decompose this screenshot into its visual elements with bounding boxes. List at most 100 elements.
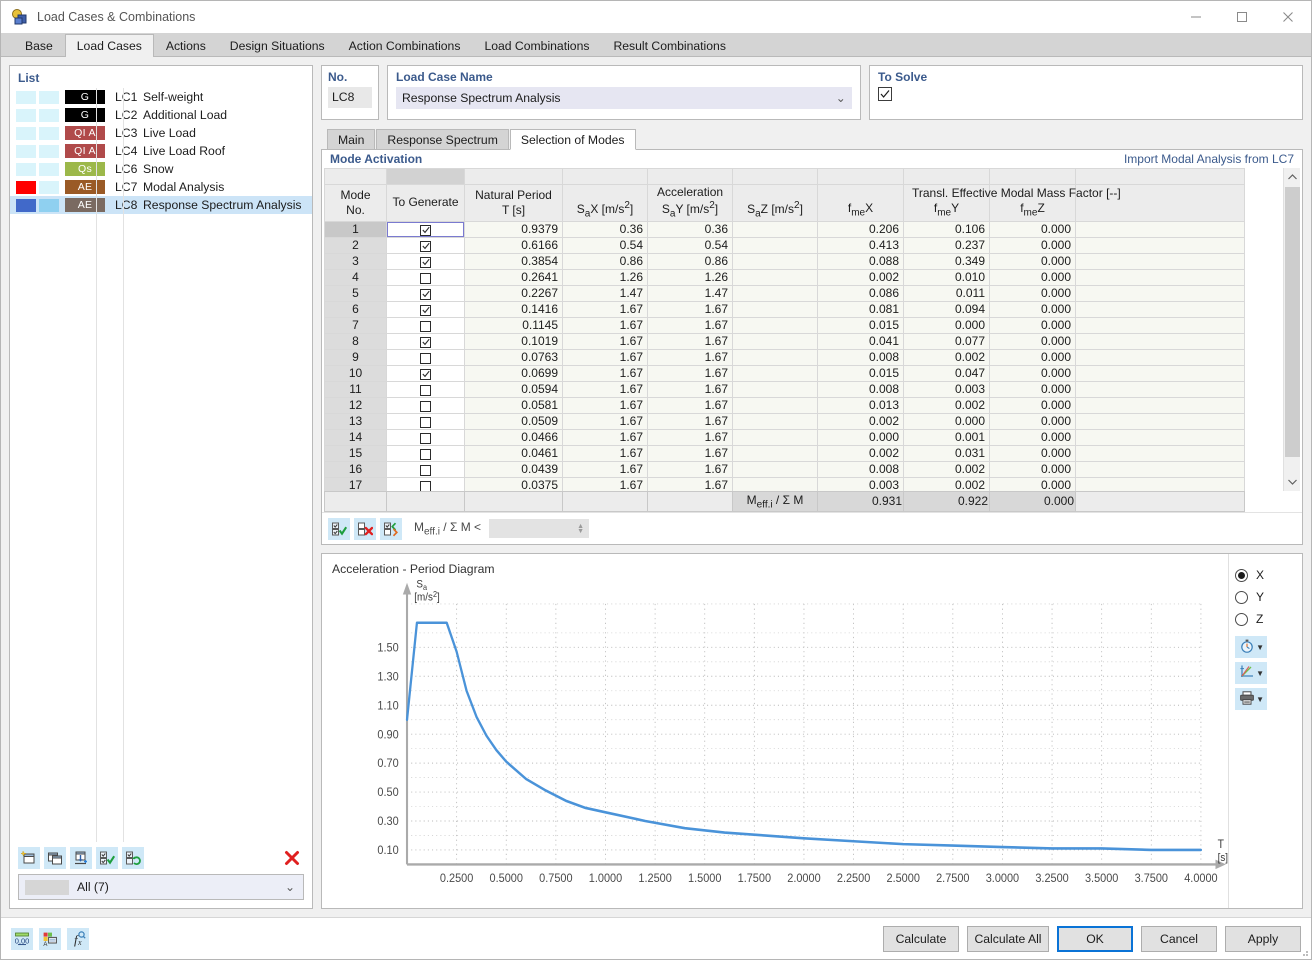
- to-generate-checkbox[interactable]: [386, 300, 465, 318]
- tab-load-combinations[interactable]: Load Combinations: [472, 34, 602, 56]
- chevron-down-icon[interactable]: ▼: [1256, 695, 1264, 704]
- column-header[interactable]: Natural Period T [s]: [464, 184, 563, 222]
- column-header[interactable]: To Generate: [386, 184, 465, 222]
- diagram-settings-button[interactable]: ▼: [1235, 662, 1267, 684]
- list-item[interactable]: G LC2 Additional Load: [10, 106, 312, 124]
- tab-actions[interactable]: Actions: [153, 34, 218, 56]
- table-row[interactable]: 5 0.2267 1.47 1.47 0.086 0.011 0.000: [324, 284, 1245, 302]
- list-item[interactable]: AE LC8 Response Spectrum Analysis: [10, 196, 312, 214]
- list-item[interactable]: G LC1 Self-weight: [10, 88, 312, 106]
- to-generate-checkbox[interactable]: [386, 428, 465, 446]
- load-case-color-swatch[interactable]: [16, 144, 36, 158]
- calculate-all-button[interactable]: Calculate All: [967, 925, 1049, 952]
- chevron-down-icon[interactable]: ⌄: [285, 880, 295, 894]
- table-row[interactable]: 17 0.0375 1.67 1.67 0.003 0.002 0.000: [324, 476, 1245, 491]
- deactivate-all-modes-button[interactable]: [354, 517, 376, 540]
- calculate-button[interactable]: Calculate: [883, 925, 959, 952]
- load-case-color-swatch-2[interactable]: [39, 126, 59, 140]
- load-case-color-swatch[interactable]: [16, 198, 36, 212]
- to-generate-checkbox[interactable]: [386, 220, 465, 238]
- radio-icon[interactable]: [1235, 568, 1248, 582]
- table-row[interactable]: 6 0.1416 1.67 1.67 0.081 0.094 0.000: [324, 300, 1245, 318]
- to-generate-checkbox[interactable]: [386, 284, 465, 302]
- activate-modes-threshold-button[interactable]: [380, 517, 402, 540]
- load-case-list[interactable]: G LC1 Self-weight G LC2 Additional Load QI A LC…: [10, 88, 312, 842]
- table-row[interactable]: 7 0.1145 1.67 1.67 0.015 0.000 0.000: [324, 316, 1245, 334]
- table-row[interactable]: 3 0.3854 0.86 0.86 0.088 0.349 0.000: [324, 252, 1245, 270]
- radio-icon[interactable]: [1235, 612, 1248, 626]
- to-generate-checkbox[interactable]: [386, 364, 465, 382]
- select-all-button[interactable]: [96, 847, 118, 869]
- radio-icon[interactable]: [1235, 590, 1248, 604]
- load-case-color-swatch-2[interactable]: [39, 198, 59, 212]
- column-header[interactable]: SaZ [m/s2]: [732, 184, 818, 222]
- tab-action-combinations[interactable]: Action Combinations: [336, 34, 473, 56]
- load-case-color-swatch-2[interactable]: [39, 90, 59, 104]
- tab-main[interactable]: Main: [327, 129, 376, 149]
- spinner-down-icon[interactable]: ▼: [577, 528, 584, 535]
- formula-button[interactable]: f x: [67, 927, 89, 950]
- table-row[interactable]: 12 0.0581 1.67 1.67 0.013 0.002 0.000: [324, 396, 1245, 414]
- chevron-down-icon[interactable]: ▼: [1256, 669, 1264, 678]
- to-generate-checkbox[interactable]: [386, 348, 465, 366]
- tab-selection-of-modes[interactable]: Selection of Modes: [509, 129, 636, 150]
- scroll-up-icon[interactable]: [1284, 168, 1301, 185]
- column-header[interactable]: Transl. Effective Modal Mass Factor [--]…: [817, 184, 1121, 222]
- direction-radio-y[interactable]: Y: [1235, 586, 1302, 608]
- cancel-button[interactable]: Cancel: [1141, 925, 1217, 952]
- to-solve-checkbox[interactable]: [878, 87, 892, 101]
- to-generate-checkbox[interactable]: [386, 444, 465, 462]
- import-modal-analysis-link[interactable]: Import Modal Analysis from LC7: [1124, 152, 1294, 166]
- direction-radio-group[interactable]: XYZ: [1235, 564, 1302, 630]
- chevron-down-icon[interactable]: ⌄: [836, 91, 846, 105]
- units-button[interactable]: 0,00: [11, 927, 33, 950]
- load-case-color-swatch-2[interactable]: [39, 144, 59, 158]
- load-case-color-swatch[interactable]: [16, 108, 36, 122]
- print-button[interactable]: ▼: [1235, 688, 1267, 710]
- column-header[interactable]: AccelerationSaX [m/s2]: [562, 184, 723, 222]
- load-case-color-swatch-2[interactable]: [39, 162, 59, 176]
- column-header[interactable]: Mode No.: [324, 184, 387, 222]
- tab-load-cases[interactable]: Load Cases: [64, 34, 154, 57]
- spectrum-settings-button[interactable]: ▼: [1235, 636, 1267, 658]
- close-button[interactable]: [1265, 1, 1311, 33]
- table-row[interactable]: 4 0.2641 1.26 1.26 0.002 0.010 0.000: [324, 268, 1245, 286]
- to-generate-checkbox[interactable]: [386, 332, 465, 350]
- list-item[interactable]: QI A LC3 Live Load: [10, 124, 312, 142]
- to-generate-checkbox[interactable]: [386, 476, 465, 491]
- to-generate-checkbox[interactable]: [386, 460, 465, 478]
- mode-table-body[interactable]: 1 0.9379 0.36 0.36 0.206 0.106 0.000 2 0.6166 0.5…: [324, 220, 1245, 491]
- list-item[interactable]: QI A LC4 Live Load Roof: [10, 142, 312, 160]
- load-case-color-swatch[interactable]: [16, 90, 36, 104]
- table-row[interactable]: 8 0.1019 1.67 1.67 0.041 0.077 0.000: [324, 332, 1245, 350]
- direction-radio-z[interactable]: Z: [1235, 608, 1302, 630]
- mode-table-scrollbar[interactable]: [1283, 168, 1300, 491]
- apply-button[interactable]: Apply: [1225, 925, 1301, 952]
- table-row[interactable]: 10 0.0699 1.67 1.67 0.015 0.047 0.000: [324, 364, 1245, 382]
- chevron-down-icon[interactable]: ▼: [1256, 643, 1264, 652]
- load-case-color-swatch[interactable]: [16, 126, 36, 140]
- invert-selection-button[interactable]: [122, 847, 144, 869]
- table-row[interactable]: 9 0.0763 1.67 1.67 0.008 0.002 0.000: [324, 348, 1245, 366]
- threshold-spinner[interactable]: ▲ ▼: [489, 519, 590, 538]
- ok-button[interactable]: OK: [1057, 925, 1133, 952]
- new-load-case-button[interactable]: [18, 847, 40, 869]
- list-filter-dropdown[interactable]: All (7) ⌄: [18, 874, 304, 900]
- to-generate-checkbox[interactable]: [386, 380, 465, 398]
- copy-load-case-button[interactable]: [44, 847, 66, 869]
- to-generate-checkbox[interactable]: [386, 268, 465, 286]
- table-row[interactable]: 16 0.0439 1.67 1.67 0.008 0.002 0.000: [324, 460, 1245, 478]
- list-item[interactable]: Qs LC6 Snow: [10, 160, 312, 178]
- table-row[interactable]: 11 0.0594 1.67 1.67 0.008 0.003 0.000: [324, 380, 1245, 398]
- load-case-name-input[interactable]: Response Spectrum Analysis ⌄: [396, 87, 852, 109]
- minimize-button[interactable]: [1173, 1, 1219, 33]
- table-row[interactable]: 14 0.0466 1.67 1.67 0.000 0.001 0.000: [324, 428, 1245, 446]
- tab-result-combinations[interactable]: Result Combinations: [601, 34, 738, 56]
- direction-radio-x[interactable]: X: [1235, 564, 1302, 586]
- load-case-color-swatch[interactable]: [16, 180, 36, 194]
- table-row[interactable]: 13 0.0509 1.67 1.67 0.002 0.000 0.000: [324, 412, 1245, 430]
- to-generate-checkbox[interactable]: [386, 316, 465, 334]
- spinner-arrows[interactable]: ▲ ▼: [577, 523, 584, 535]
- to-generate-checkbox[interactable]: [386, 252, 465, 270]
- activate-all-modes-button[interactable]: [328, 517, 350, 540]
